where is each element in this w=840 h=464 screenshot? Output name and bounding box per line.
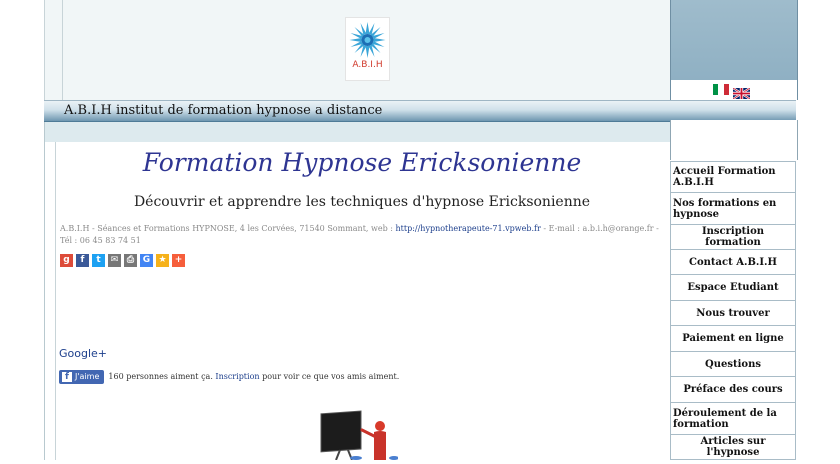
like-button-label: J'aime: [75, 372, 100, 381]
nav-item-formations[interactable]: Nos formations en hypnose: [670, 193, 796, 225]
sidebar-nav: Accueil Formation A.B.I.H Nos formations…: [670, 161, 796, 460]
facebook-like-row: f J'aime 160 personnes aiment ça. Inscript…: [59, 370, 399, 384]
page-title: Formation Hypnose Ericksonienne: [142, 148, 582, 177]
right-gutter: [796, 0, 840, 460]
logo-starburst-icon: [349, 22, 386, 58]
left-gutter: [0, 0, 44, 460]
uk-flag-icon[interactable]: [732, 84, 751, 100]
presenter-illustration: [318, 410, 399, 461]
content-top-strip: [44, 122, 671, 142]
logo-text: A.B.I.H: [352, 60, 383, 70]
more-plus-icon[interactable]: +: [172, 254, 185, 267]
address-text: A.B.I.H - Séances et Formations HYPNOSE,…: [60, 224, 396, 233]
facebook-like-button[interactable]: f J'aime: [59, 370, 105, 384]
nav-item-preface[interactable]: Préface des cours: [670, 377, 796, 403]
nav-item-inscription[interactable]: Inscription formation: [670, 225, 796, 250]
website-link[interactable]: http://hypnotherapeute-71.vpweb.fr: [396, 224, 541, 233]
share-toolbar: g f t ✉ ⎙ G ★ +: [60, 254, 188, 268]
italian-flag-icon[interactable]: [713, 84, 729, 95]
like-count-text: 160 personnes aiment ça.: [108, 372, 216, 381]
nav-item-nous-trouver[interactable]: Nous trouver: [670, 301, 796, 326]
abih-logo[interactable]: A.B.I.H: [345, 17, 390, 81]
nav-header-space: [670, 120, 798, 160]
language-flags: [670, 80, 798, 100]
nav-item-deroulement[interactable]: Déroulement de la formation: [670, 403, 796, 435]
nav-item-paiement[interactable]: Paiement en ligne: [670, 326, 796, 352]
google-plus-link[interactable]: Google+: [59, 347, 107, 360]
favorite-star-icon[interactable]: ★: [156, 254, 169, 267]
facebook-logo-icon: f: [62, 372, 72, 382]
email-icon[interactable]: ✉: [108, 254, 121, 267]
nav-item-articles[interactable]: Articles sur l'hypnose: [670, 435, 796, 460]
right-header-panel: [670, 0, 798, 80]
site-title-bar: A.B.I.H institut de formation hypnose a …: [44, 100, 796, 122]
address-line: A.B.I.H - Séances et Formations HYPNOSE,…: [60, 223, 670, 247]
google-plus-icon[interactable]: g: [60, 254, 73, 267]
print-icon[interactable]: ⎙: [124, 254, 137, 267]
header-divider: [62, 0, 63, 100]
facebook-icon[interactable]: f: [76, 254, 89, 267]
page-subtitle: Découvrir et apprendre les techniques d'…: [133, 194, 591, 210]
nav-item-questions[interactable]: Questions: [670, 352, 796, 377]
site-title: A.B.I.H institut de formation hypnose a …: [64, 103, 383, 118]
google-icon[interactable]: G: [140, 254, 153, 267]
like-suffix-text: pour voir ce que vos amis aiment.: [259, 372, 400, 381]
nav-item-accueil[interactable]: Accueil Formation A.B.I.H: [670, 161, 796, 193]
twitter-icon[interactable]: t: [92, 254, 105, 267]
signup-link[interactable]: Inscription: [215, 372, 259, 381]
nav-item-espace-etudiant[interactable]: Espace Etudiant: [670, 275, 796, 301]
nav-item-contact[interactable]: Contact A.B.I.H: [670, 250, 796, 275]
